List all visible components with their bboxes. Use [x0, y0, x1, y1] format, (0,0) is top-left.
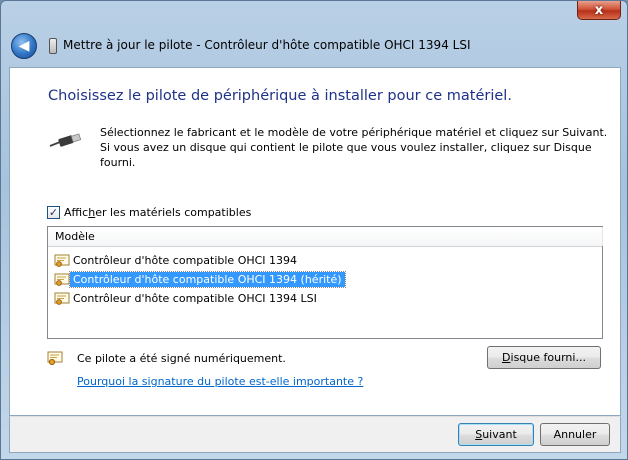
- signed-certificate-icon: [47, 351, 63, 366]
- cancel-button[interactable]: Annuler: [540, 423, 610, 446]
- instructions-text: Sélectionnez le fabricant et le modèle d…: [100, 126, 608, 169]
- window-title: Mettre à jour le pilote - Contrôleur d'h…: [63, 38, 471, 52]
- column-header-model[interactable]: Modèle: [55, 227, 603, 246]
- signature-info-link[interactable]: Pourquoi la signature du pilote est-elle…: [77, 375, 363, 388]
- page-title: Choisissez le pilote de périphérique à i…: [48, 88, 512, 104]
- back-button[interactable]: ◀: [11, 33, 37, 59]
- list-item-label: Contrôleur d'hôte compatible OHCI 1394 (…: [69, 271, 346, 288]
- content-pane: Choisissez le pilote de périphérique à i…: [9, 67, 621, 416]
- usb-cable-icon: [49, 133, 82, 147]
- close-button[interactable]: x: [577, 1, 621, 20]
- model-listbox[interactable]: Modèle Contrôleur d'hôte compatible OHCI…: [47, 226, 603, 339]
- list-header: Modèle: [48, 227, 603, 247]
- list-item-label: Contrôleur d'hôte compatible OHCI 1394: [73, 254, 298, 267]
- list-item[interactable]: Contrôleur d'hôte compatible OHCI 1394: [48, 251, 602, 270]
- certificate-icon: [54, 254, 70, 267]
- arrow-left-icon: ◀: [18, 38, 30, 54]
- device-icon: [49, 38, 57, 54]
- list-item-selected[interactable]: Contrôleur d'hôte compatible OHCI 1394 (…: [48, 270, 602, 289]
- certificate-icon: [54, 273, 70, 286]
- certificate-icon: [54, 292, 70, 305]
- signed-status-text: Ce pilote a été signé numériquement.: [77, 352, 286, 365]
- show-compatible-checkbox[interactable]: ✓: [47, 206, 60, 219]
- show-compatible-label: Afficher les matériels compatibles: [64, 206, 252, 219]
- footer-bar: Suivant Annuler: [9, 416, 621, 453]
- window-frame: x ◀ Mettre à jour le pilote - Contrôleur…: [0, 0, 628, 460]
- list-item-label: Contrôleur d'hôte compatible OHCI 1394 L…: [73, 292, 317, 305]
- next-button[interactable]: Suivant: [458, 423, 534, 446]
- list-item[interactable]: Contrôleur d'hôte compatible OHCI 1394 L…: [48, 289, 602, 308]
- list-items: Contrôleur d'hôte compatible OHCI 1394 C…: [48, 247, 602, 308]
- close-icon: x: [594, 2, 604, 18]
- have-disk-button[interactable]: Disque fourni...: [487, 346, 601, 369]
- show-compatible-row[interactable]: ✓ Afficher les matériels compatibles: [47, 206, 251, 219]
